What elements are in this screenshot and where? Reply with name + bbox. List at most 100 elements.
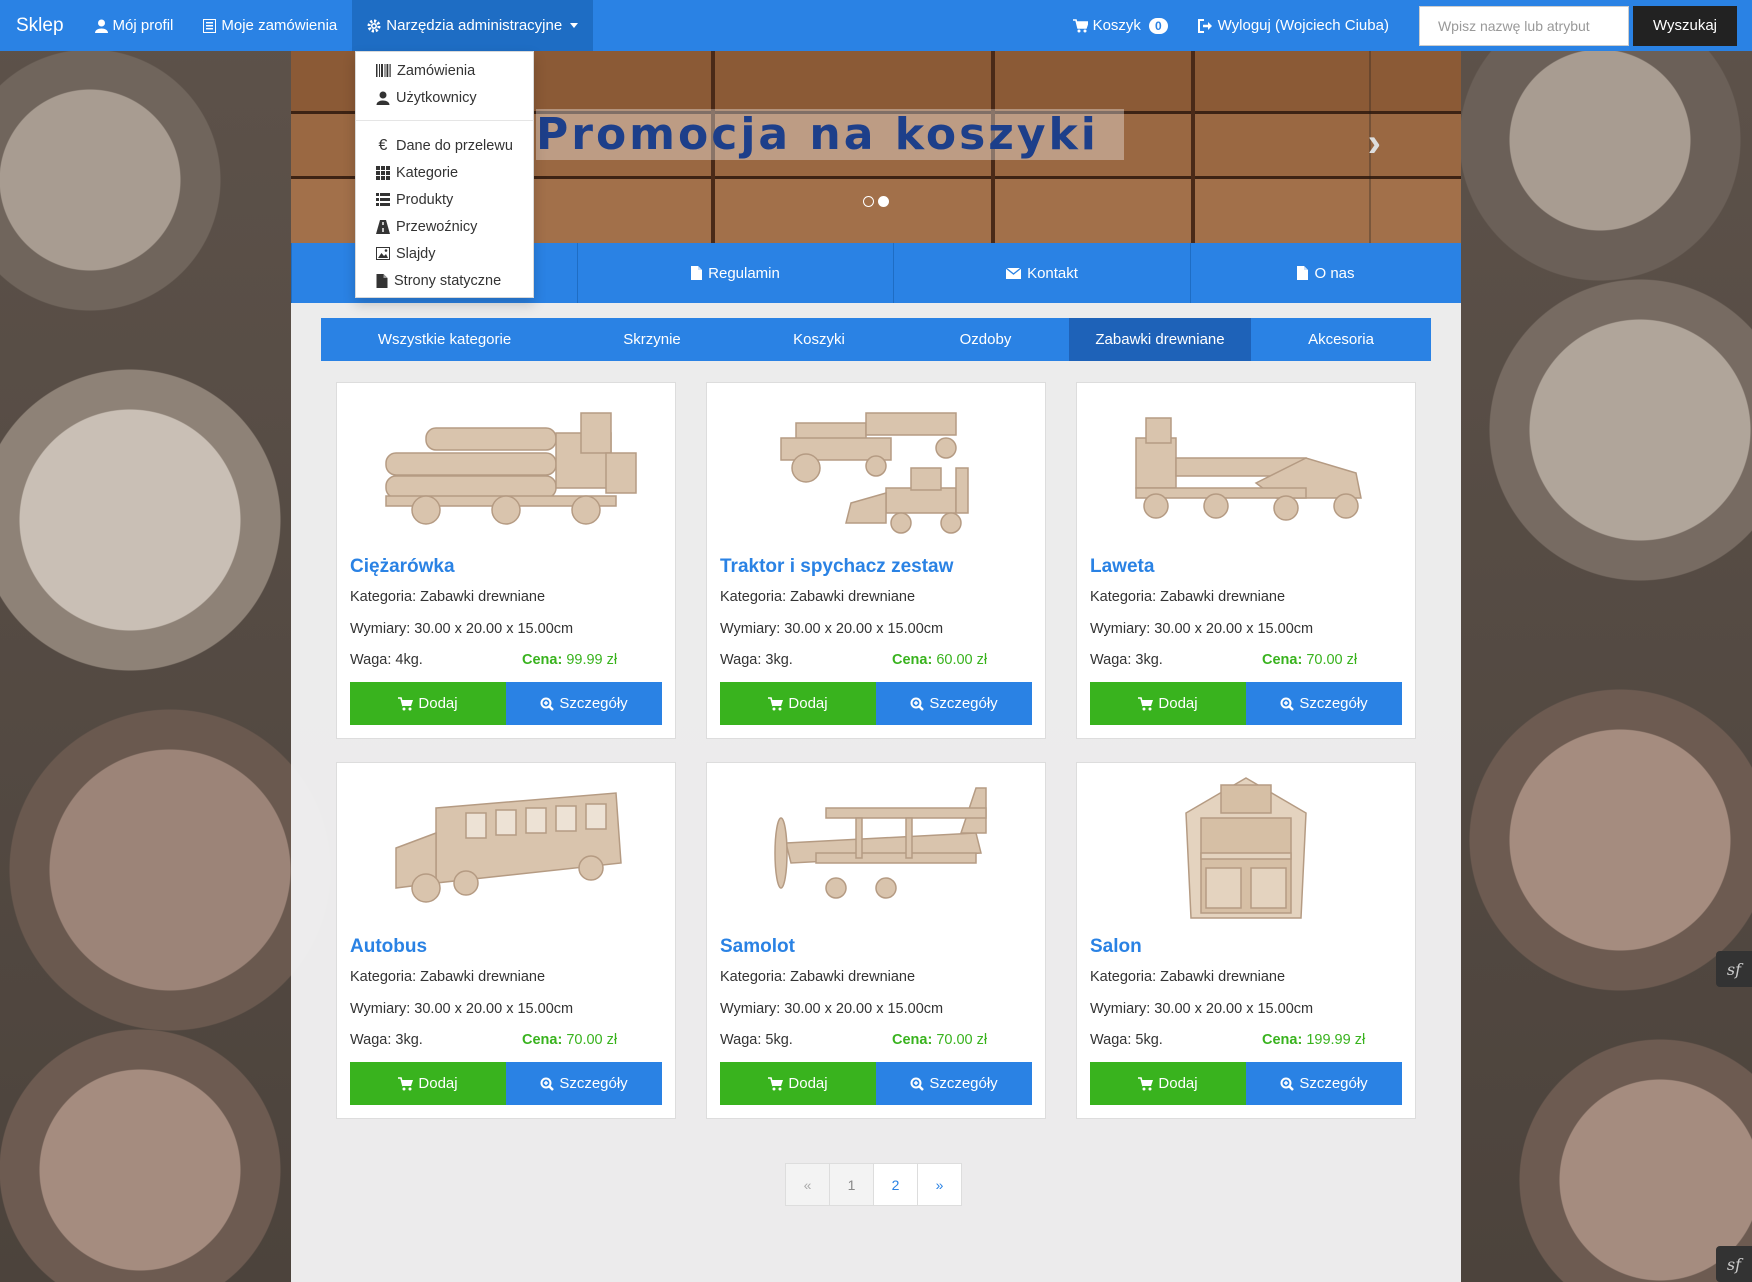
tab-koszyki[interactable]: Koszyki xyxy=(736,318,902,361)
product-name-link[interactable]: Ciężarówka xyxy=(350,556,455,578)
product-name-link[interactable]: Autobus xyxy=(350,936,427,958)
price-label: Cena: xyxy=(892,652,933,668)
top-navbar: Sklep Mój profil Moje zamówienia Narzędz… xyxy=(0,0,1752,51)
product-price: Cena: 70.00 zł xyxy=(1262,652,1357,668)
details-button[interactable]: Szczegóły xyxy=(1246,682,1402,725)
add-button-label: Dodaj xyxy=(788,1075,828,1092)
cart-icon xyxy=(398,696,414,711)
cart-icon xyxy=(1072,18,1088,33)
price-value: 99.99 zł xyxy=(566,652,618,668)
zoom-in-icon xyxy=(910,697,925,711)
details-button[interactable]: Szczegóły xyxy=(506,1062,662,1105)
price-value: 199.99 zł xyxy=(1306,1032,1366,1048)
product-name-link[interactable]: Traktor i spychacz zestaw xyxy=(720,556,953,578)
product-image[interactable] xyxy=(337,383,675,553)
nav-logout[interactable]: Wyloguj (Wojciech Ciuba) xyxy=(1183,0,1404,51)
product-card: Samolot Kategoria: Zabawki drewniane Wym… xyxy=(706,762,1046,1119)
add-button-label: Dodaj xyxy=(1158,695,1198,712)
product-image[interactable] xyxy=(1077,383,1415,553)
tab-zabawki-drewniane[interactable]: Zabawki drewniane xyxy=(1069,318,1251,361)
product-image[interactable] xyxy=(337,763,675,933)
dropdown-item-categories[interactable]: Kategorie xyxy=(356,159,533,186)
list-icon xyxy=(376,193,390,206)
dropdown-divider xyxy=(356,120,533,121)
zoom-in-icon xyxy=(910,1077,925,1091)
product-card: Ciężarówka Kategoria: Zabawki drewniane … xyxy=(336,382,676,739)
product-weight: Waga: 5kg. xyxy=(720,1032,793,1048)
symfony-toolbar-icon[interactable]: sf xyxy=(1716,1246,1752,1282)
product-category: Kategoria: Zabawki drewniane xyxy=(1090,589,1286,605)
price-label: Cena: xyxy=(892,1032,933,1048)
admin-tools-dropdown: Zamówienia Użytkownicy € Dane do przelew… xyxy=(355,51,534,298)
grid-icon xyxy=(376,165,390,180)
tab-akcesoria[interactable]: Akcesoria xyxy=(1251,318,1431,361)
add-to-cart-button[interactable]: Dodaj xyxy=(350,682,506,725)
file-icon xyxy=(376,273,388,288)
page-menu-o-nas[interactable]: O nas xyxy=(1190,243,1461,303)
details-button[interactable]: Szczegóły xyxy=(876,682,1032,725)
dropdown-item-slides[interactable]: Slajdy xyxy=(356,240,533,267)
tab-skrzynie[interactable]: Skrzynie xyxy=(568,318,736,361)
carousel-next-arrow-icon[interactable]: › xyxy=(1368,121,1381,166)
product-name-link[interactable]: Samolot xyxy=(720,936,795,958)
product-weight: Waga: 5kg. xyxy=(1090,1032,1163,1048)
product-category: Kategoria: Zabawki drewniane xyxy=(350,589,546,605)
nav-my-orders[interactable]: Moje zamówienia xyxy=(188,0,352,51)
price-label: Cena: xyxy=(1262,1032,1303,1048)
product-name-link[interactable]: Laweta xyxy=(1090,556,1154,578)
search-input[interactable] xyxy=(1418,5,1629,46)
dropdown-item-label: Dane do przelewu xyxy=(396,137,513,154)
cart-icon xyxy=(768,696,784,711)
pagination: « 1 2 » xyxy=(785,1163,962,1206)
add-to-cart-button[interactable]: Dodaj xyxy=(1090,1062,1246,1105)
tab-ozdoby[interactable]: Ozdoby xyxy=(902,318,1069,361)
product-name-link[interactable]: Salon xyxy=(1090,936,1142,958)
add-to-cart-button[interactable]: Dodaj xyxy=(350,1062,506,1105)
nav-cart[interactable]: Koszyk 0 xyxy=(1058,0,1183,51)
carousel-dot-2[interactable] xyxy=(878,196,889,207)
category-tabs: Wszystkie kategorie Skrzynie Koszyki Ozd… xyxy=(321,318,1431,361)
caret-down-icon xyxy=(570,23,579,28)
dropdown-item-carriers[interactable]: Przewoźnicy xyxy=(356,213,533,240)
product-image[interactable] xyxy=(707,763,1045,933)
envelope-icon xyxy=(1006,267,1022,279)
dropdown-item-static-pages[interactable]: Strony statyczne xyxy=(356,267,533,294)
price-value: 70.00 zł xyxy=(936,1032,988,1048)
product-image[interactable] xyxy=(707,383,1045,553)
details-button-label: Szczegóły xyxy=(1299,695,1368,712)
dropdown-item-users[interactable]: Użytkownicy xyxy=(356,84,533,111)
dropdown-item-label: Kategorie xyxy=(396,164,459,181)
dropdown-item-products[interactable]: Produkty xyxy=(356,186,533,213)
add-to-cart-button[interactable]: Dodaj xyxy=(720,1062,876,1105)
dropdown-item-orders[interactable]: Zamówienia xyxy=(356,57,533,84)
dropdown-item-transfer-data[interactable]: € Dane do przelewu xyxy=(356,132,533,159)
tab-all-categories[interactable]: Wszystkie kategorie xyxy=(321,318,568,361)
carousel-dot-1[interactable] xyxy=(863,196,874,207)
list-alt-icon xyxy=(203,18,217,33)
cart-icon xyxy=(1138,1076,1154,1091)
symfony-toolbar-icon[interactable]: sf xyxy=(1716,951,1752,987)
pagination-page-2[interactable]: 2 xyxy=(873,1163,918,1206)
product-image[interactable] xyxy=(1077,763,1415,933)
details-button[interactable]: Szczegóły xyxy=(1246,1062,1402,1105)
add-to-cart-button[interactable]: Dodaj xyxy=(720,682,876,725)
brand-link[interactable]: Sklep xyxy=(0,0,80,51)
details-button[interactable]: Szczegóły xyxy=(506,682,662,725)
nav-my-profile[interactable]: Mój profil xyxy=(80,0,189,51)
product-card: Salon Kategoria: Zabawki drewniane Wymia… xyxy=(1076,762,1416,1119)
page-menu-label: Regulamin xyxy=(708,264,780,282)
nav-logout-label: Wyloguj (Wojciech Ciuba) xyxy=(1217,17,1389,34)
zoom-in-icon xyxy=(540,697,555,711)
page-menu-regulamin[interactable]: Regulamin xyxy=(577,243,893,303)
zoom-in-icon xyxy=(1280,697,1295,711)
add-to-cart-button[interactable]: Dodaj xyxy=(1090,682,1246,725)
nav-admin-tools[interactable]: Narzędzia administracyjne xyxy=(352,0,594,51)
add-button-label: Dodaj xyxy=(788,695,828,712)
gear-icon xyxy=(367,19,381,33)
search-button[interactable]: Wyszukaj xyxy=(1632,5,1737,46)
product-card: Traktor i spychacz zestaw Kategoria: Zab… xyxy=(706,382,1046,739)
pagination-next[interactable]: » xyxy=(917,1163,962,1206)
page-menu-kontakt[interactable]: Kontakt xyxy=(893,243,1190,303)
details-button[interactable]: Szczegóły xyxy=(876,1062,1032,1105)
product-dimensions: Wymiary: 30.00 x 20.00 x 15.00cm xyxy=(1090,621,1314,637)
